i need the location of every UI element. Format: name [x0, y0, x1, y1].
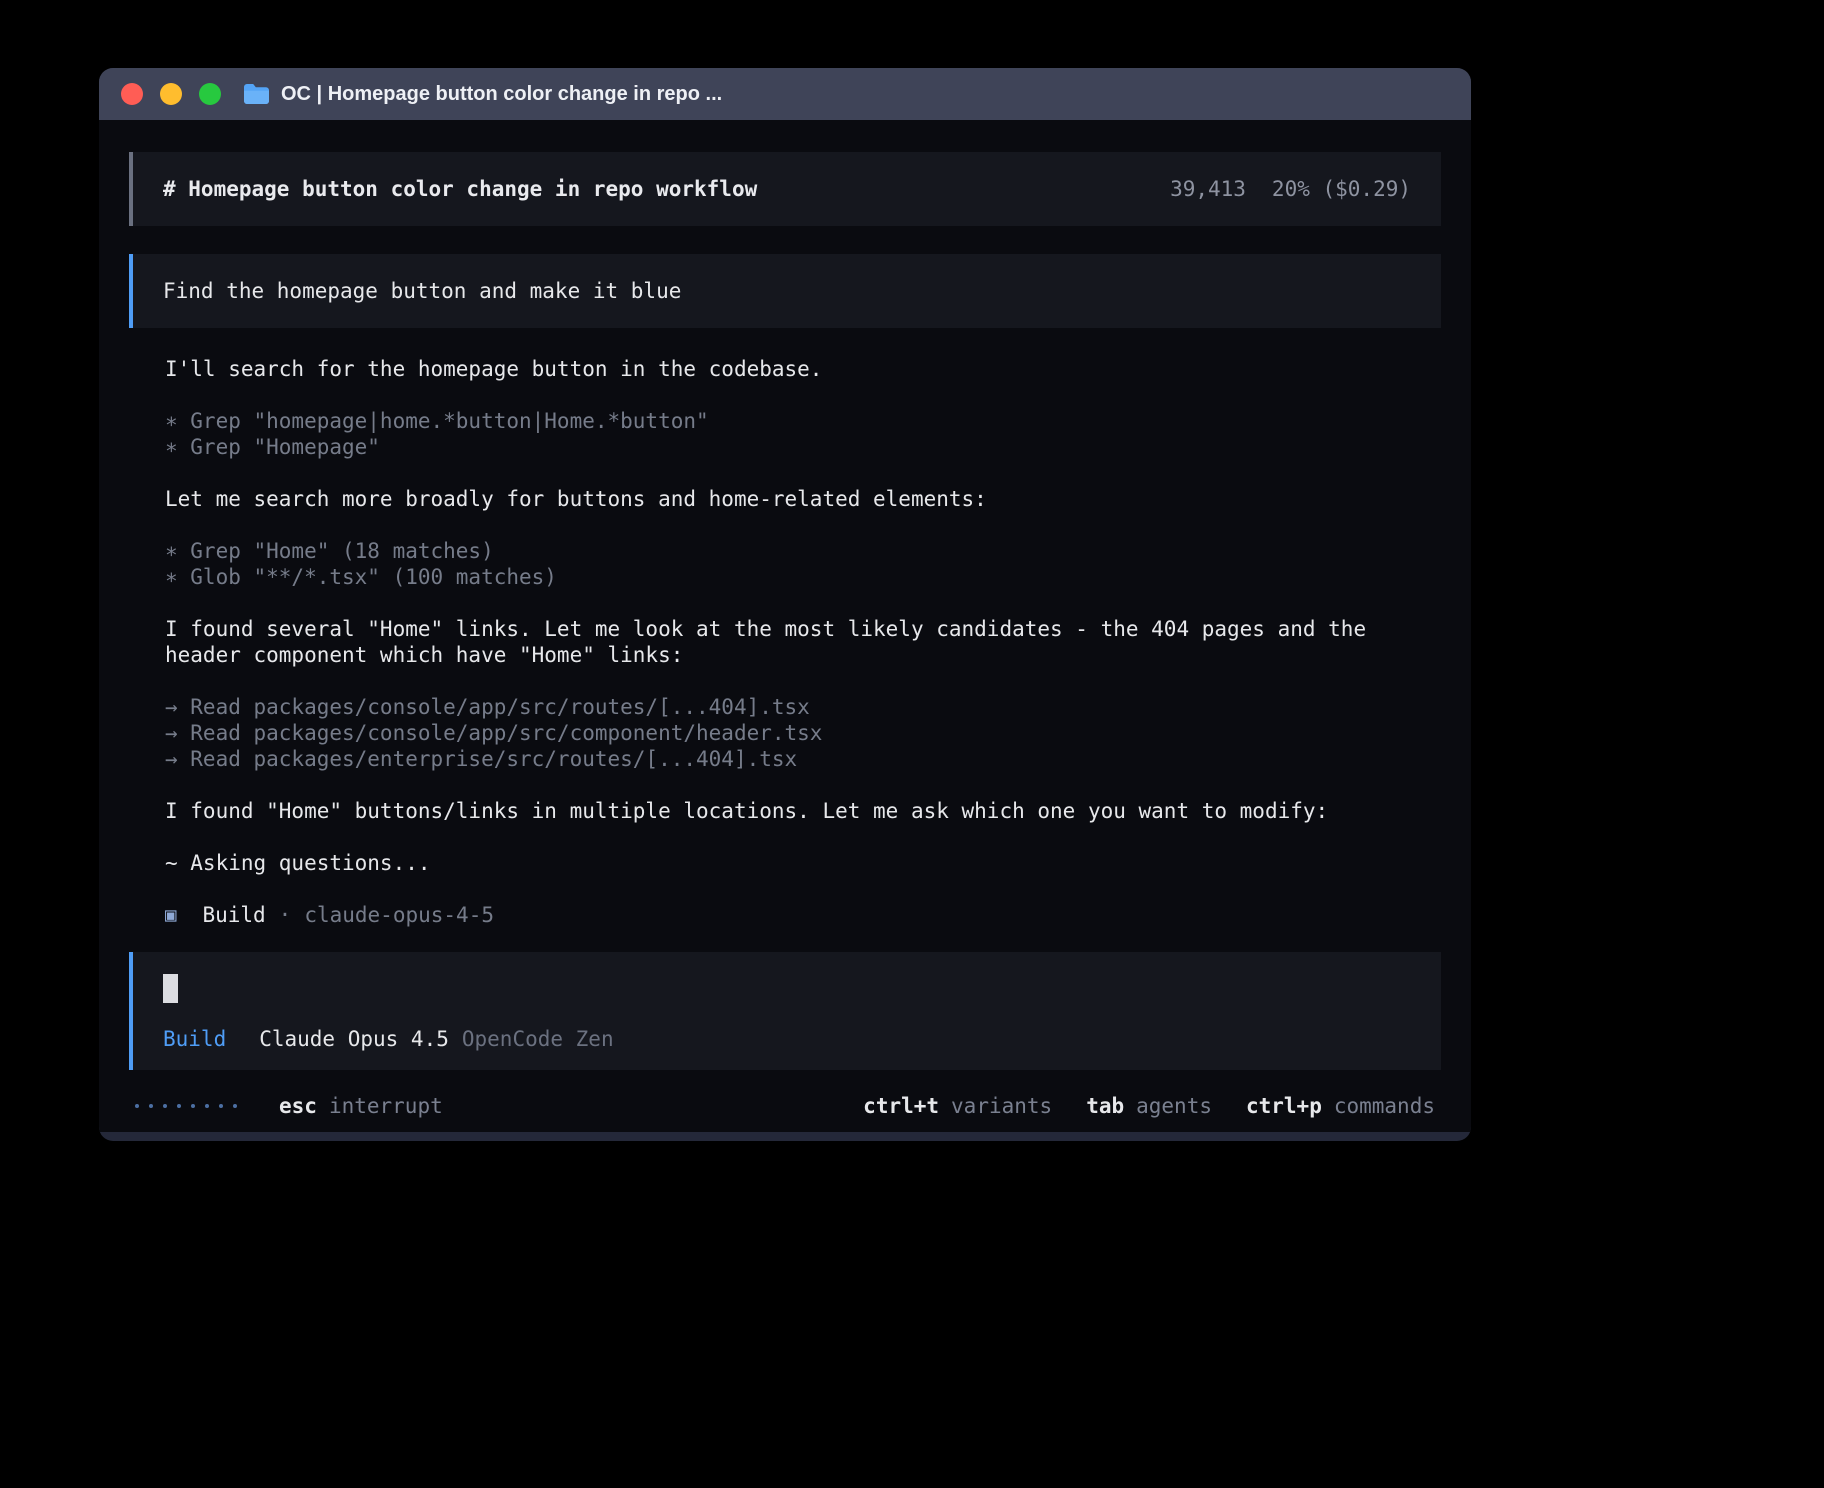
tool-call-glob: ∗ Glob "**/*.tsx" (100 matches)	[165, 564, 1405, 590]
prompt-input[interactable]: Build Claude Opus 4.5 OpenCode Zen	[129, 952, 1441, 1070]
footer-right: ctrl+t variants tab agents ctrl+p comman…	[863, 1093, 1435, 1119]
conversation: I'll search for the homepage button in t…	[129, 356, 1441, 928]
footer-left: esc interrupt	[135, 1093, 443, 1119]
esc-key-hint[interactable]: esc	[279, 1093, 317, 1119]
zoom-button[interactable]	[199, 83, 221, 105]
assistant-text: I'll search for the homepage button in t…	[165, 356, 1405, 382]
context-usage: 20% ($0.29)	[1272, 176, 1411, 202]
active-agent-label[interactable]: Build	[163, 1026, 226, 1052]
traffic-lights	[121, 83, 221, 105]
window-title: OC | Homepage button color change in rep…	[243, 83, 722, 106]
assistant-text: I found "Home" buttons/links in multiple…	[165, 798, 1405, 824]
session-header: # Homepage button color change in repo w…	[129, 152, 1441, 226]
assistant-text: I found several "Home" links. Let me loo…	[165, 616, 1405, 668]
shortcut-label: variants	[951, 1093, 1052, 1119]
terminal-content: # Homepage button color change in repo w…	[99, 120, 1471, 1132]
tool-call-grep: ∗ Grep "Homepage"	[165, 434, 1405, 460]
folder-icon	[243, 83, 270, 105]
esc-key-label: interrupt	[329, 1093, 443, 1119]
model-name: claude-opus-4-5	[304, 902, 494, 928]
user-message: Find the homepage button and make it blu…	[129, 254, 1441, 328]
spinner-dots	[135, 1104, 237, 1108]
provider-label: OpenCode Zen	[462, 1026, 614, 1052]
user-message-text: Find the homepage button and make it blu…	[163, 279, 681, 303]
close-button[interactable]	[121, 83, 143, 105]
shortcut-variants[interactable]: ctrl+t variants	[863, 1093, 1052, 1119]
shortcut-agents[interactable]: tab agents	[1086, 1093, 1212, 1119]
tool-call-read: → Read packages/enterprise/src/routes/[.…	[165, 746, 1405, 772]
active-model-label[interactable]: Claude Opus 4.5	[259, 1026, 449, 1052]
shortcut-label: agents	[1136, 1093, 1212, 1119]
status-footer: esc interrupt ctrl+t variants tab agents…	[129, 1092, 1441, 1120]
window-title-text: OC | Homepage button color change in rep…	[281, 83, 722, 106]
session-stats: 39,413 20% ($0.29)	[1170, 176, 1411, 202]
session-title: # Homepage button color change in repo w…	[163, 176, 757, 202]
shortcut-commands[interactable]: ctrl+p commands	[1246, 1093, 1435, 1119]
tool-call-grep: ∗ Grep "Home" (18 matches)	[165, 538, 1405, 564]
tool-call-grep: ∗ Grep "homepage|home.*button|Home.*butt…	[165, 408, 1405, 434]
shortcut-key: ctrl+t	[863, 1093, 939, 1119]
titlebar[interactable]: OC | Homepage button color change in rep…	[99, 68, 1471, 120]
agent-status-line: ▣ Build · claude-opus-4-5	[165, 902, 1405, 928]
model-status-bar: Build Claude Opus 4.5 OpenCode Zen	[163, 1026, 1411, 1052]
shortcut-label: commands	[1334, 1093, 1435, 1119]
assistant-working-text: ~ Asking questions...	[165, 850, 1405, 876]
terminal-window: OC | Homepage button color change in rep…	[99, 68, 1471, 1141]
agent-status-icon: ▣	[165, 902, 176, 928]
shortcut-key: tab	[1086, 1093, 1124, 1119]
agent-name: Build	[202, 902, 265, 928]
token-count: 39,413	[1170, 176, 1246, 202]
tool-call-read: → Read packages/console/app/src/componen…	[165, 720, 1405, 746]
minimize-button[interactable]	[160, 83, 182, 105]
text-cursor	[163, 974, 178, 1003]
shortcut-key: ctrl+p	[1246, 1093, 1322, 1119]
tool-call-read: → Read packages/console/app/src/routes/[…	[165, 694, 1405, 720]
assistant-text: Let me search more broadly for buttons a…	[165, 486, 1405, 512]
separator-dot: ·	[279, 902, 292, 928]
